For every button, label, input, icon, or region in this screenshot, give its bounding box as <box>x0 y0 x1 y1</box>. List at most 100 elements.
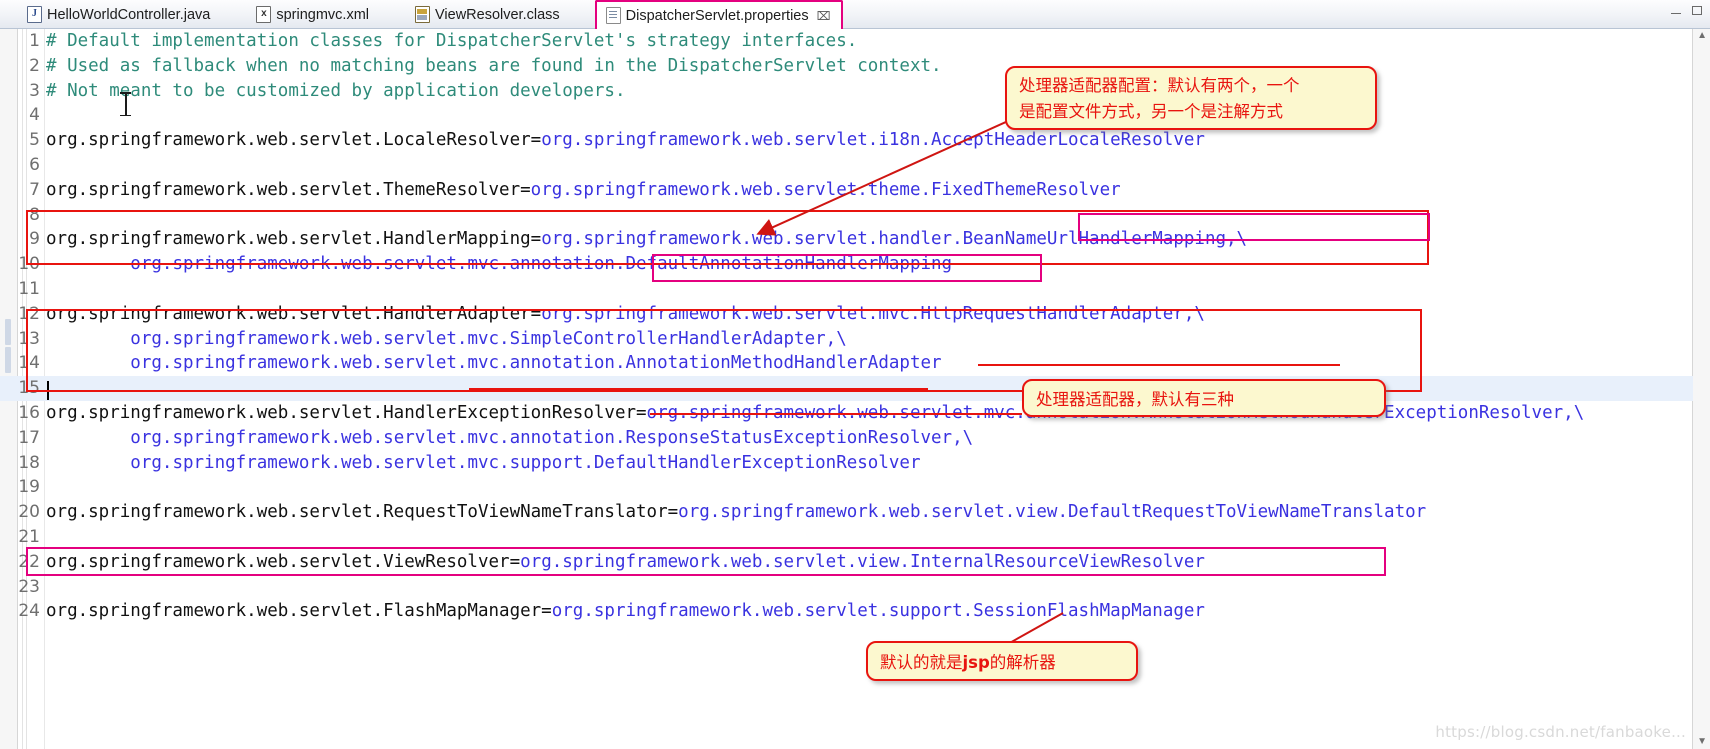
minimize-icon[interactable] <box>1670 4 1683 17</box>
code-line[interactable]: 9 org.springframework.web.servlet.Handler… <box>0 227 1693 252</box>
code-line[interactable]: 24 org.springframework.web.servlet.FlashM… <box>0 599 1693 624</box>
code-line[interactable]: 7 org.springframework.web.servlet.ThemeRe… <box>0 178 1693 203</box>
code-line-text: org.springframework.web.servlet.FlashMap… <box>46 599 1205 624</box>
property-value: org.springframework.web.servlet.mvc.Http… <box>541 303 1205 324</box>
property-key: org.springframework.web.servlet.HandlerA… <box>46 303 542 324</box>
code-line-text: org.springframework.web.servlet.mvc.supp… <box>46 451 921 476</box>
code-line[interactable]: 20 org.springframework.web.servlet.Reques… <box>0 500 1693 525</box>
line-number: 4 <box>29 105 40 126</box>
line-number: 2 <box>29 55 40 76</box>
line-number: 17 <box>18 427 40 448</box>
code-line[interactable]: 10 org.springframework.web.servlet.mvc.a… <box>0 252 1693 277</box>
code-line[interactable]: 13 org.springframework.web.servlet.mvc.S… <box>0 327 1693 352</box>
line-number: 19 <box>18 477 40 498</box>
property-value: org.springframework.web.servlet.mvc.Simp… <box>46 328 847 349</box>
code-line[interactable]: 19 <box>0 475 1693 500</box>
code-line[interactable]: 14 org.springframework.web.servlet.mvc.a… <box>0 351 1693 376</box>
line-number: 14 <box>18 353 40 374</box>
underline-http-request-handler-adapter <box>978 364 1340 366</box>
code-line-text: org.springframework.web.servlet.mvc.anno… <box>46 252 952 277</box>
line-number: 1 <box>29 31 40 51</box>
line-number: 13 <box>18 328 40 349</box>
line-number: 21 <box>18 526 40 547</box>
code-line[interactable]: 18 org.springframework.web.servlet.mvc.s… <box>0 451 1693 476</box>
tab-dispatcher-servlet-properties[interactable]: DispatcherServlet.properties ⌧ <box>594 0 844 29</box>
line-number: 18 <box>18 452 40 473</box>
code-line-text: org.springframework.web.servlet.mvc.anno… <box>46 351 942 376</box>
code-line[interactable]: 17 org.springframework.web.servlet.mvc.a… <box>0 426 1693 451</box>
text-caret <box>47 381 49 400</box>
code-line-text: org.springframework.web.servlet.mvc.anno… <box>46 426 973 451</box>
property-value: org.springframework.web.servlet.mvc.anno… <box>46 254 953 275</box>
code-comment: # Used as fallback when no matching bean… <box>46 55 942 76</box>
underline-annotation-method-handler-adapter <box>650 413 1022 415</box>
java-file-icon <box>27 6 42 23</box>
code-line[interactable]: 2 # Used as fallback when no matching bea… <box>0 54 1693 79</box>
line-number: 10 <box>18 254 40 275</box>
mouse-pointer-icon <box>120 91 131 117</box>
maximize-icon[interactable] <box>1691 4 1704 17</box>
note-text-pre: 默认的就是 <box>880 653 963 672</box>
line-number: 24 <box>18 601 40 622</box>
line-number: 16 <box>18 402 40 423</box>
code-line[interactable]: 11 <box>0 277 1693 302</box>
code-line-text: org.springframework.web.servlet.HandlerM… <box>46 227 1247 252</box>
line-number: 11 <box>18 278 40 299</box>
property-value: org.springframework.web.servlet.mvc.supp… <box>46 452 921 473</box>
code-line[interactable]: 22 org.springframework.web.servlet.ViewRe… <box>0 550 1693 575</box>
code-comment: # Default implementation classes for Dis… <box>46 31 858 51</box>
line-number: 22 <box>18 551 40 572</box>
eclipse-editor-window: HelloWorldController.java springmvc.xml … <box>0 0 1710 749</box>
note-handler-adapter: 处理器适配器，默认有三种 <box>1022 379 1386 417</box>
code-line[interactable]: 6 <box>0 153 1693 178</box>
tab-label: HelloWorldController.java <box>47 6 211 23</box>
code-line-text: org.springframework.web.servlet.ViewReso… <box>46 550 1205 575</box>
line-number: 15 <box>18 378 40 399</box>
code-line[interactable]: 8 <box>0 203 1693 228</box>
property-value: org.springframework.web.servlet.theme.Fi… <box>530 179 1121 200</box>
code-line[interactable]: 1 # Default implementation classes for Di… <box>0 29 1693 54</box>
xml-file-icon <box>256 6 272 23</box>
code-line[interactable]: 21 <box>0 525 1693 550</box>
code-line[interactable]: 12 org.springframework.web.servlet.Handle… <box>0 302 1693 327</box>
scroll-up-icon[interactable]: ▲ <box>1697 31 1707 41</box>
tab-hello-world-controller-java[interactable]: HelloWorldController.java <box>18 1 221 28</box>
tab-springmvc-xml[interactable]: springmvc.xml <box>247 1 380 28</box>
property-key: org.springframework.web.servlet.HandlerM… <box>46 229 542 250</box>
line-number: 7 <box>29 179 40 200</box>
property-value: org.springframework.web.servlet.i18n.Acc… <box>541 130 1205 151</box>
code-line-text: org.springframework.web.servlet.RequestT… <box>46 500 1426 525</box>
code-line[interactable]: 5 org.springframework.web.servlet.LocaleR… <box>0 128 1693 153</box>
property-value: org.springframework.web.servlet.view.Def… <box>678 502 1427 523</box>
watermark: https://blog.csdn.net/fanbaoke... <box>1435 723 1686 741</box>
code-line[interactable]: 4 <box>0 103 1693 128</box>
code-line-text: org.springframework.web.servlet.ThemeRes… <box>46 178 1121 203</box>
class-file-icon <box>415 6 430 23</box>
line-number: 5 <box>29 130 40 151</box>
property-key: org.springframework.web.servlet.RequestT… <box>46 502 679 523</box>
tab-view-resolver-class[interactable]: ViewResolver.class <box>406 1 571 28</box>
scroll-down-icon[interactable]: ▼ <box>1697 737 1707 747</box>
property-key: org.springframework.web.servlet.ViewReso… <box>46 551 521 572</box>
property-key: org.springframework.web.servlet.HandlerE… <box>46 402 647 423</box>
note-handler-mapping: 处理器适配器配置：默认有两个，一个 是配置文件方式，另一个是注解方式 <box>1005 66 1377 130</box>
code-comment: # Not meant to be customized by applicat… <box>46 80 626 101</box>
code-line[interactable]: 23 <box>0 575 1693 600</box>
property-value: org.springframework.web.servlet.mvc.anno… <box>46 353 942 374</box>
tab-label: DispatcherServlet.properties <box>625 7 809 24</box>
line-number: 12 <box>18 303 40 324</box>
window-controls <box>1670 4 1704 17</box>
editor-tab-bar: HelloWorldController.java springmvc.xml … <box>0 0 1710 29</box>
note-text-emphasis: jsp <box>962 653 990 672</box>
overview-ruler[interactable]: ▲ ▼ <box>1692 29 1710 749</box>
code-line-text: # Not meant to be customized by applicat… <box>46 79 625 104</box>
note-view-resolver: 默认的就是jsp的解析器 <box>866 641 1138 681</box>
code-line[interactable]: 3 # Not meant to be customized by applica… <box>0 79 1693 104</box>
close-icon[interactable]: ⌧ <box>817 10 831 22</box>
property-key: org.springframework.web.servlet.LocaleRe… <box>46 130 542 151</box>
tab-label: springmvc.xml <box>276 6 369 23</box>
property-value: org.springframework.web.servlet.support.… <box>551 601 1205 622</box>
note-text-post: 的解析器 <box>989 653 1056 672</box>
property-key: org.springframework.web.servlet.ThemeRes… <box>46 179 531 200</box>
code-line-text: # Default implementation classes for Dis… <box>46 29 857 54</box>
